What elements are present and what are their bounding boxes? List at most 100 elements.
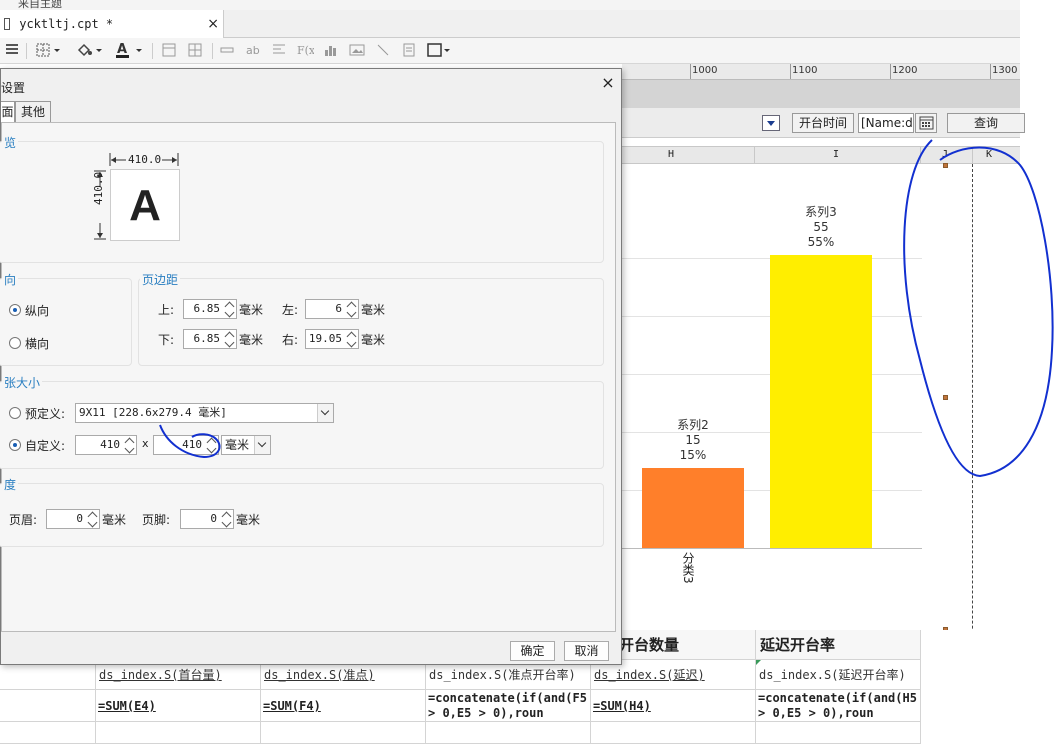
- top-margin-input[interactable]: 6.85: [183, 299, 237, 319]
- ruler-label: 1300: [992, 65, 1018, 76]
- header-label: 页眉:: [9, 513, 38, 527]
- landscape-label: 横向: [25, 337, 50, 351]
- dialog-body: 览 410.0 410.0 A 向 纵向 横向 页边距 上: 6.85 毫米 左…: [0, 122, 616, 632]
- custom-width-input[interactable]: 410: [75, 435, 137, 455]
- tab-other[interactable]: 其他: [15, 101, 51, 123]
- custom-radio[interactable]: [9, 439, 21, 451]
- canvas-margin: [622, 80, 1020, 108]
- align-icon[interactable]: [4, 42, 20, 60]
- unit-label: 毫米: [361, 333, 386, 347]
- file-tab[interactable]: ycktltj.cpt * ×: [0, 10, 224, 38]
- header-footer-group-title: 度: [2, 476, 19, 493]
- times-label: x: [142, 437, 149, 450]
- file-tab-bar: ycktltj.cpt * ×: [0, 10, 1020, 38]
- bottom-margin-input[interactable]: 6.85: [183, 329, 237, 349]
- formula-icon[interactable]: F(x): [296, 42, 319, 60]
- bar-series3[interactable]: [770, 254, 872, 548]
- predefined-radio[interactable]: [9, 407, 21, 419]
- bottom-margin-label: 下:: [158, 333, 175, 347]
- theme-strip-text: 来自主题: [18, 0, 62, 10]
- cell-icon[interactable]: [218, 42, 236, 60]
- footer-height-input[interactable]: 0: [180, 509, 234, 529]
- paragraph-icon[interactable]: [270, 42, 288, 60]
- formula-cell[interactable]: =concatenate(if(and(H5 > 0,E5 > 0),roun: [756, 690, 921, 722]
- paper-size-group-title: 张大小: [2, 374, 43, 391]
- grid-icon[interactable]: [186, 42, 204, 60]
- tab-page[interactable]: 面: [1, 101, 15, 123]
- hand-drawn-circle-annotation: [903, 139, 1054, 478]
- close-tab-icon[interactable]: ×: [207, 10, 219, 38]
- right-margin-input[interactable]: 19.05: [305, 329, 359, 349]
- table-icon[interactable]: [160, 42, 178, 60]
- preview-group-title: 览: [2, 134, 19, 151]
- header-height-input[interactable]: 0: [46, 509, 100, 529]
- sheet-cell[interactable]: [591, 722, 756, 744]
- sheet-cell[interactable]: [0, 690, 96, 722]
- custom-label: 自定义:: [25, 439, 66, 453]
- sheet-cell[interactable]: [756, 722, 921, 744]
- bar-series2[interactable]: [642, 468, 744, 548]
- chevron-down-icon[interactable]: [317, 404, 333, 422]
- formula-cell[interactable]: =SUM(E4): [96, 690, 261, 722]
- column-header-i[interactable]: I: [833, 149, 839, 160]
- border-icon[interactable]: [34, 42, 64, 60]
- percent-label: 55%: [807, 234, 835, 249]
- unit-label: 毫米: [236, 513, 261, 527]
- font-color-icon[interactable]: A: [114, 42, 146, 60]
- hand-drawn-mark-annotation: [159, 424, 221, 459]
- right-margin-label: 右:: [282, 333, 299, 347]
- ruler-label: 1100: [792, 65, 818, 76]
- page-setup-dialog: 设置 × 面 其他 览 410.0 410.0 A 向 纵向 横向 页边距 上:…: [0, 68, 622, 665]
- sheet-cell[interactable]: [96, 722, 261, 744]
- footer-label: 页脚:: [142, 513, 171, 527]
- fill-color-icon[interactable]: [74, 42, 106, 60]
- left-margin-input[interactable]: 6: [305, 299, 359, 319]
- clipboard-icon[interactable]: [400, 42, 418, 60]
- slash-icon[interactable]: [374, 42, 392, 60]
- formula-cell[interactable]: =SUM(H4): [591, 690, 756, 722]
- column-header-h[interactable]: H: [668, 149, 674, 160]
- svg-text:ab: ab: [246, 44, 260, 57]
- x-axis-line: [622, 548, 922, 549]
- format-toolbar: A ab F(x): [0, 38, 1020, 64]
- series-name-label: 系列3: [805, 204, 837, 219]
- unit-label: 毫米: [102, 513, 127, 527]
- ds-cell[interactable]: ds_index.S(延迟开台率): [756, 660, 921, 690]
- chevron-down-icon[interactable]: [254, 436, 270, 454]
- bar-chart[interactable]: 系列2 15 15% 系列3 55 55% 分类3: [622, 164, 922, 630]
- file-tab-label: ycktltj.cpt *: [19, 17, 114, 31]
- frame-icon[interactable]: [426, 42, 452, 60]
- file-icon: [4, 18, 10, 30]
- sheet-cell[interactable]: [261, 722, 426, 744]
- width-dimension: 410.0: [108, 153, 188, 167]
- x-tick-label: 分类3: [681, 552, 695, 584]
- bar-label-series3: 系列3 55 55%: [770, 205, 872, 250]
- svg-text:A: A: [117, 42, 127, 57]
- portrait-label: 纵向: [25, 304, 50, 318]
- preview-group: [0, 141, 604, 263]
- preview-width-label: 410.0: [128, 153, 162, 166]
- chart-icon[interactable]: [322, 42, 340, 60]
- bar-label-series2: 系列2 15 15%: [642, 418, 744, 463]
- text-icon[interactable]: ab: [244, 42, 262, 60]
- start-time-button[interactable]: 开台时间: [792, 113, 854, 133]
- portrait-radio[interactable]: [9, 304, 21, 316]
- landscape-radio[interactable]: [9, 337, 21, 349]
- ok-button[interactable]: 确定: [510, 641, 555, 661]
- horizontal-ruler: 1000 1100 1200 1300: [622, 64, 1020, 80]
- formula-cell[interactable]: =SUM(F4): [261, 690, 426, 722]
- dialog-close-icon[interactable]: ×: [599, 73, 617, 92]
- sheet-cell[interactable]: [0, 722, 96, 744]
- height-dimension: 410.0: [92, 169, 108, 241]
- image-icon[interactable]: [348, 42, 366, 60]
- header-delay-rate[interactable]: 延迟开台率: [756, 630, 921, 660]
- sheet-cell[interactable]: [426, 722, 591, 744]
- predefined-label: 预定义:: [25, 407, 66, 421]
- ruler-label: 1000: [692, 65, 718, 76]
- parameter-dropdown-icon[interactable]: [762, 115, 780, 131]
- cancel-button[interactable]: 取消: [564, 641, 609, 661]
- formula-cell[interactable]: =concatenate(if(and(F5 > 0,E5 > 0),roun: [426, 690, 591, 722]
- dialog-title: 设置: [1, 81, 26, 95]
- svg-text:F(x): F(x): [297, 44, 314, 57]
- percent-label: 15%: [679, 448, 707, 462]
